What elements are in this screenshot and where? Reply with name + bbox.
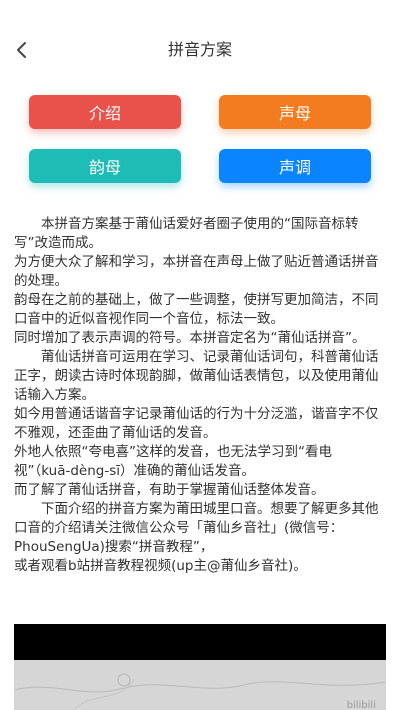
paragraph-8: 而了解了莆仙话拼音，有助于掌握莆仙话整体发音。 bbox=[14, 482, 325, 498]
paragraph-5: 莆仙话拼音可运用在学习、记录莆仙话词句，科普莆仙话正字，朗读古诗时体现韵脚，做莆… bbox=[14, 349, 379, 403]
video-player[interactable]: bilibili bbox=[14, 624, 386, 710]
video-watermark: bilibili bbox=[346, 700, 376, 710]
paragraph-7: 外地人依照“夸电喜”这样的发音，也无法学习到“看电视”（kuā-dèng-sī）… bbox=[14, 444, 332, 479]
paragraph-9: 下面介绍的拼音方案为莆田城里口音。想要了解更多其他口音的介绍请关注微信公众号「莆… bbox=[14, 501, 379, 555]
video-thumbnail-map: bilibili bbox=[14, 660, 386, 710]
intro-button[interactable]: 介绍 bbox=[29, 95, 181, 129]
map-icon bbox=[14, 673, 386, 710]
tones-button[interactable]: 声调 bbox=[219, 149, 371, 183]
finals-button[interactable]: 韵母 bbox=[29, 149, 181, 183]
paragraph-4: 同时增加了表示声调的符号。本拼音定名为“莆仙话拼音”。 bbox=[14, 330, 366, 346]
initials-button[interactable]: 声母 bbox=[219, 95, 371, 129]
paragraph-6: 如今用普通话谐音字记录莆仙话的行为十分泛滥，谐音字不仅不雅观，还歪曲了莆仙话的发… bbox=[14, 406, 379, 441]
paragraph-1: 本拼音方案基于莆仙话爱好者圈子使用的“国际音标转写”改造而成。 bbox=[14, 216, 359, 251]
navigation-bar: 拼音方案 bbox=[0, 0, 400, 100]
paragraph-3: 韵母在之前的基础上，做了一些调整，使拼写更加简洁，不同口音中的近似音视作同一个音… bbox=[14, 292, 379, 327]
page-title: 拼音方案 bbox=[167, 40, 232, 59]
paragraph-2: 为方便大众了解和学习，本拼音在声母上做了贴近普通话拼音的处理。 bbox=[14, 254, 379, 289]
intro-text: 本拼音方案基于莆仙话爱好者圈子使用的“国际音标转写”改造而成。 为方便大众了解和… bbox=[14, 215, 386, 576]
paragraph-10: 或者观看b站拼音教程视频(up主@莆仙乡音社)。 bbox=[14, 558, 307, 574]
